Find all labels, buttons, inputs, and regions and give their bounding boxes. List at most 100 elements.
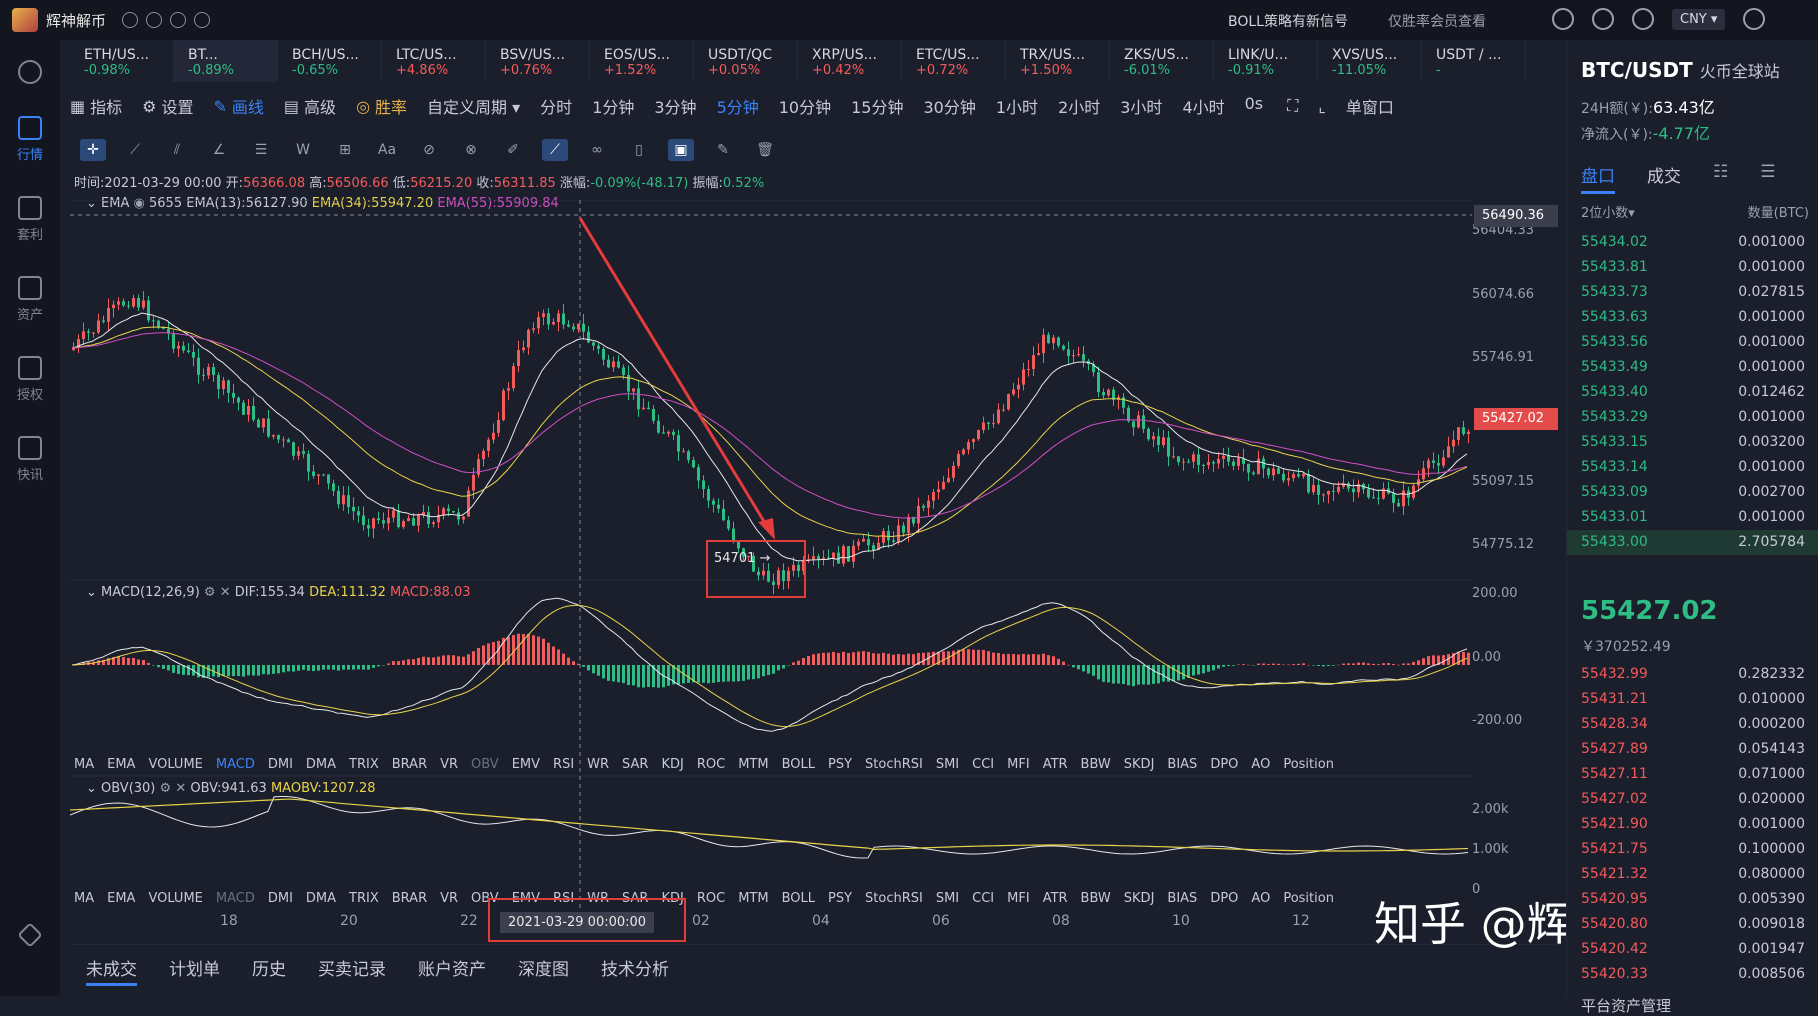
bottom-tab[interactable]: 技术分析 <box>601 955 669 986</box>
indicator-option[interactable]: DPO <box>1210 891 1238 906</box>
angle-icon[interactable]: ∠ <box>206 139 232 161</box>
minimize-icon[interactable] <box>122 12 139 28</box>
symbol-tab[interactable]: LINK/U... -0.91% <box>1214 40 1318 82</box>
period-option[interactable]: 3小时 <box>1120 94 1162 118</box>
symbol-tab[interactable]: USDT/QC +0.05% <box>694 40 798 82</box>
period-option[interactable]: 1小时 <box>996 94 1038 118</box>
indicator-option[interactable]: TRIX <box>349 891 379 906</box>
screenshot-icon[interactable]: ⌞ <box>1318 97 1326 116</box>
sidebar-item-market[interactable]: 行情 <box>0 116 60 163</box>
horizontal-lines-icon[interactable]: ☰ <box>248 139 274 161</box>
bottom-tab[interactable]: 买卖记录 <box>318 955 386 986</box>
indicator-option[interactable]: AO <box>1251 891 1270 906</box>
period-option[interactable]: 4小时 <box>1182 94 1224 118</box>
precision-select[interactable]: 2位小数▾ <box>1581 206 1635 221</box>
ask-row[interactable]: 55433.09 0.002700 <box>1567 480 1818 505</box>
advanced-button[interactable]: ▤ 高级 <box>284 94 336 118</box>
currency-select[interactable]: CNY ▾ <box>1672 8 1726 30</box>
indicator-option[interactable]: SMI <box>936 757 959 772</box>
text-icon[interactable]: Aa <box>374 139 400 161</box>
bottom-tab[interactable]: 计划单 <box>169 955 220 986</box>
period-option[interactable]: 1分钟 <box>592 94 634 118</box>
symbol-tab[interactable]: LTC/US... +4.86% <box>382 40 486 82</box>
period-option[interactable]: 10分钟 <box>779 94 831 118</box>
indicator-option[interactable]: DMI <box>268 757 293 772</box>
indicator-option[interactable]: DMI <box>268 891 293 906</box>
sidebar-item-news[interactable]: 快讯 <box>0 436 60 483</box>
bid-row[interactable]: 55420.42 0.001947 <box>1567 937 1818 962</box>
bid-row[interactable]: 55427.11 0.071000 <box>1567 762 1818 787</box>
indicator-option[interactable]: MTM <box>738 757 768 772</box>
period-option[interactable]: 0s <box>1245 94 1264 118</box>
indicator-option[interactable]: ROC <box>697 757 725 772</box>
period-option[interactable]: 5分钟 <box>717 94 759 118</box>
indicator-option[interactable]: MACD <box>216 891 255 906</box>
ask-row[interactable]: 55433.14 0.001000 <box>1567 455 1818 480</box>
symbol-tab[interactable]: XRP/US... +0.42% <box>798 40 902 82</box>
symbol-tab[interactable]: EOS/US... +1.52% <box>590 40 694 82</box>
bid-row[interactable]: 55420.33 0.008506 <box>1567 962 1818 987</box>
indicator-option[interactable]: EMV <box>512 757 540 772</box>
eraser-icon[interactable]: ✐ <box>500 139 526 161</box>
indicator-option[interactable]: DMA <box>306 757 336 772</box>
ask-row[interactable]: 55433.15 0.003200 <box>1567 430 1818 455</box>
indicator-option[interactable]: BIAS <box>1167 891 1197 906</box>
indicator-option[interactable]: ROC <box>697 891 725 906</box>
indicator-option[interactable]: PSY <box>828 757 852 772</box>
period-option[interactable]: 2小时 <box>1058 94 1100 118</box>
indicator-option[interactable]: CCI <box>972 757 994 772</box>
symbol-tab[interactable]: USDT / ... - <box>1422 40 1526 82</box>
symbol-tab[interactable]: ETH/US... -0.98% <box>70 40 174 82</box>
indicator-option[interactable]: WR <box>587 757 609 772</box>
indicator-option[interactable]: SAR <box>622 757 648 772</box>
bookmark-icon[interactable]: ▣ <box>668 139 694 161</box>
parallel-line-icon[interactable]: ⫽ <box>164 139 190 161</box>
crosshair-icon[interactable]: ✛ <box>80 139 106 161</box>
indicator-option[interactable]: StochRSI <box>865 891 923 906</box>
tab-trades[interactable]: 成交 <box>1647 162 1681 194</box>
period-option[interactable]: 15分钟 <box>851 94 903 118</box>
bottom-tab[interactable]: 未成交 <box>86 955 137 986</box>
phone-icon[interactable] <box>194 12 211 28</box>
indicator-option[interactable]: DPO <box>1210 757 1238 772</box>
ruler-icon[interactable]: ⟋ <box>542 139 568 161</box>
hide-icon[interactable]: ⊗ <box>458 139 484 161</box>
magnet-icon[interactable]: ⊘ <box>416 139 442 161</box>
sidebar-item-auth[interactable]: 授权 <box>0 356 60 403</box>
indicator-option[interactable]: BBW <box>1081 757 1111 772</box>
sidebar-item-assets[interactable]: 资产 <box>0 276 60 323</box>
bid-row[interactable]: 55427.89 0.054143 <box>1567 737 1818 762</box>
indicator-option[interactable]: MACD <box>216 757 255 772</box>
ask-row[interactable]: 55433.81 0.001000 <box>1567 255 1818 280</box>
indicator-option[interactable]: KDJ <box>661 757 683 772</box>
window-icon[interactable] <box>1743 8 1766 30</box>
bottom-tab[interactable]: 账户资产 <box>418 955 486 986</box>
indicator-option[interactable]: DMA <box>306 891 336 906</box>
indicator-option[interactable]: MFI <box>1007 891 1030 906</box>
strategy-notice[interactable]: BOLL策略有新信号 <box>1228 11 1348 31</box>
ask-row[interactable]: 55433.56 0.001000 <box>1567 330 1818 355</box>
indicator-option[interactable]: BOLL <box>782 757 815 772</box>
wave-icon[interactable]: W <box>290 139 316 161</box>
symbol-tab[interactable]: TRX/US... +1.50% <box>1006 40 1110 82</box>
indicator-option[interactable]: PSY <box>828 891 852 906</box>
symbol-tab[interactable]: ZKS/US... -6.01% <box>1110 40 1214 82</box>
tab-orderbook[interactable]: 盘口 <box>1581 162 1615 194</box>
ask-row[interactable]: 55433.49 0.001000 <box>1567 355 1818 380</box>
menu-icon[interactable]: ☰ <box>1760 162 1775 194</box>
maximize-icon[interactable] <box>146 12 163 28</box>
asset-management-link[interactable]: 平台资产管理 <box>1581 995 1671 1016</box>
indicator-option[interactable]: ATR <box>1043 757 1068 772</box>
indicator-option[interactable]: BOLL <box>782 891 815 906</box>
shirt-icon[interactable] <box>1632 8 1654 30</box>
bid-row[interactable]: 55421.75 0.100000 <box>1567 837 1818 862</box>
bid-row[interactable]: 55420.80 0.009018 <box>1567 912 1818 937</box>
indicator-option[interactable]: RSI <box>553 757 574 772</box>
bid-row[interactable]: 55427.02 0.020000 <box>1567 787 1818 812</box>
lock-icon[interactable]: ▯ <box>626 139 652 161</box>
draw-button[interactable]: ✎ 画线 <box>214 94 264 118</box>
indicator-option[interactable]: MA <box>74 757 94 772</box>
layout-icon[interactable]: ☷ <box>1713 162 1728 194</box>
symbol-tab[interactable]: ETC/US... +0.72% <box>902 40 1006 82</box>
indicator-option[interactable]: AO <box>1251 757 1270 772</box>
